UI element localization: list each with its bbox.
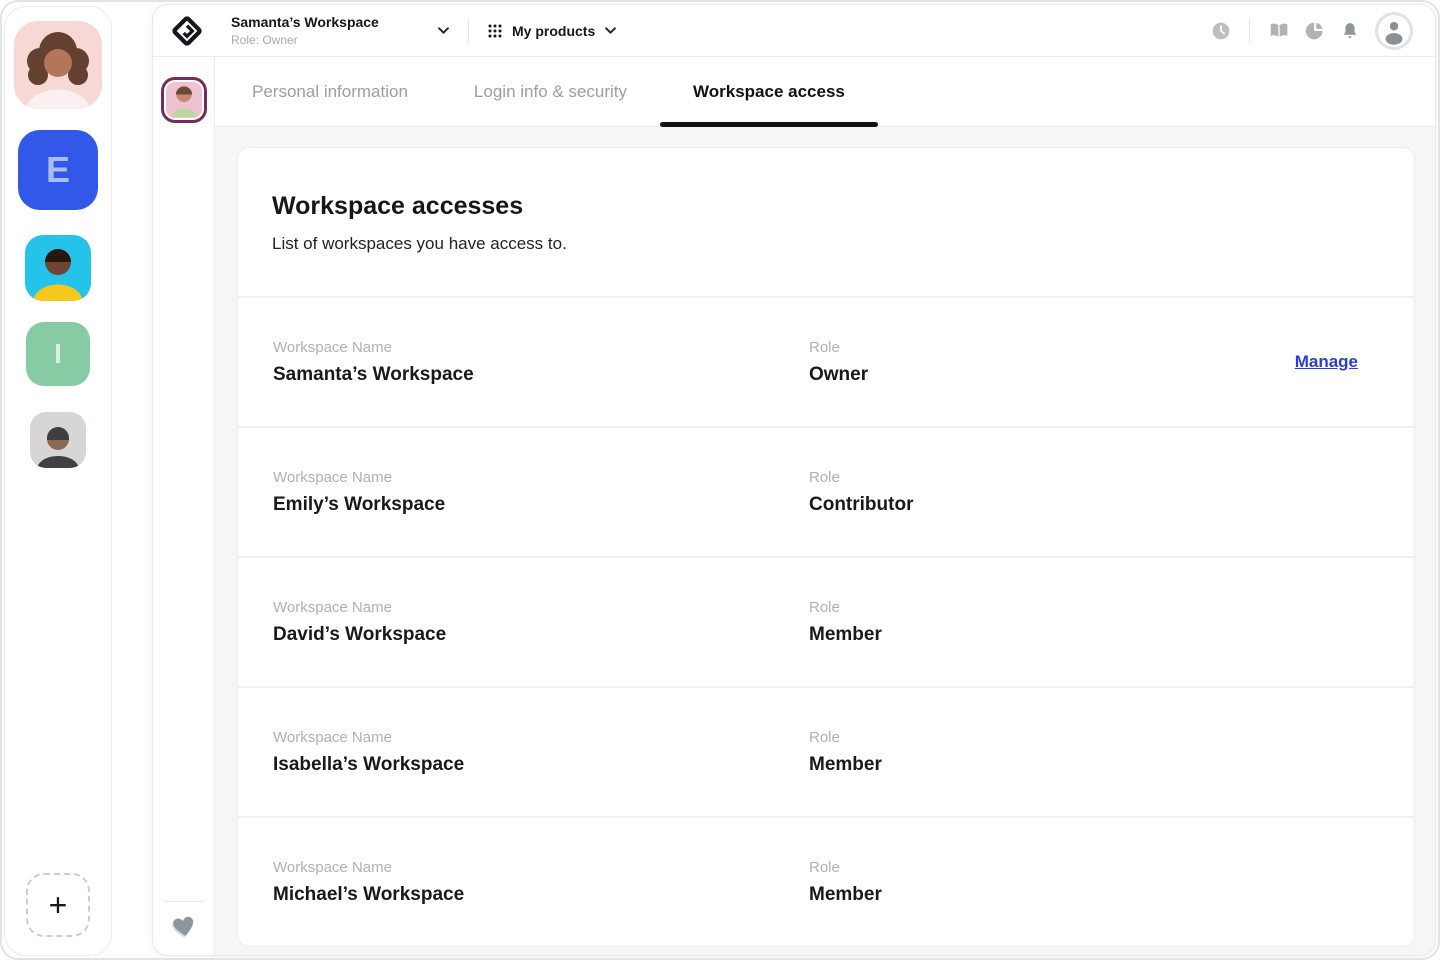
profile-rail bbox=[153, 57, 215, 955]
tabs-bar: Personal information Login info & securi… bbox=[215, 57, 1435, 127]
clock-icon bbox=[1211, 21, 1231, 41]
workspace-row: Workspace Name Michael’s Workspace Role … bbox=[238, 816, 1414, 946]
woman-curly-hair-avatar-image bbox=[14, 21, 102, 109]
content-area: Personal information Login info & securi… bbox=[215, 57, 1435, 955]
rail-divider bbox=[165, 901, 203, 902]
profiles-sidebar: E I + bbox=[4, 6, 112, 956]
app-logo[interactable] bbox=[171, 15, 203, 47]
profile-icon bbox=[1375, 12, 1413, 50]
topbar-right bbox=[1211, 12, 1413, 50]
usage-button[interactable] bbox=[1305, 21, 1325, 41]
grid-icon bbox=[488, 24, 502, 38]
workspace-selector-role: Role: Owner bbox=[231, 33, 379, 47]
topbar-divider bbox=[468, 19, 469, 43]
profile-avatar-david[interactable] bbox=[25, 235, 91, 301]
workspace-name-label: Workspace Name bbox=[273, 859, 809, 876]
role-value: Member bbox=[809, 884, 1358, 906]
workspace-name-cell: Workspace Name Emily’s Workspace bbox=[273, 469, 809, 516]
account-menu-button[interactable] bbox=[1375, 12, 1413, 50]
tab-workspace-access[interactable]: Workspace access bbox=[660, 57, 878, 126]
main-panel: Samanta’s Workspace Role: Owner bbox=[152, 4, 1436, 956]
chevron-down-icon bbox=[438, 27, 449, 34]
tab-login-info-security[interactable]: Login info & security bbox=[441, 57, 660, 126]
workspace-name-cell: Workspace Name Isabella’s Workspace bbox=[273, 729, 809, 776]
profile-avatar-emily[interactable]: E bbox=[18, 130, 98, 210]
avatar-letter: E bbox=[46, 149, 70, 191]
workspace-selector[interactable]: Samanta’s Workspace Role: Owner bbox=[231, 14, 449, 47]
history-button[interactable] bbox=[1211, 21, 1231, 41]
role-value: Contributor bbox=[809, 494, 1358, 516]
card-header: Workspace accesses List of workspaces yo… bbox=[238, 148, 1414, 296]
role-cell: Role Owner bbox=[809, 339, 1295, 386]
role-label: Role bbox=[809, 859, 1358, 876]
workspace-name-value: Michael’s Workspace bbox=[273, 884, 809, 906]
notifications-button[interactable] bbox=[1340, 20, 1360, 42]
current-profile-avatar-image bbox=[166, 82, 202, 118]
my-products-button[interactable]: My products bbox=[488, 23, 616, 39]
page-subtitle: List of workspaces you have access to. bbox=[272, 234, 1380, 254]
profile-avatar-michael[interactable] bbox=[30, 412, 86, 468]
my-products-label: My products bbox=[512, 23, 595, 39]
add-profile-button[interactable]: + bbox=[26, 873, 90, 937]
tab-personal-information[interactable]: Personal information bbox=[219, 57, 441, 126]
role-label: Role bbox=[809, 729, 1358, 746]
plus-icon: + bbox=[49, 889, 68, 921]
manage-link[interactable]: Manage bbox=[1295, 352, 1358, 372]
avatar-letter: I bbox=[54, 338, 62, 370]
diamond-logo-icon bbox=[171, 15, 203, 47]
topbar-left: Samanta’s Workspace Role: Owner bbox=[171, 5, 616, 56]
workspace-selector-name: Samanta’s Workspace bbox=[231, 14, 379, 31]
workspace-name-label: Workspace Name bbox=[273, 729, 809, 746]
role-label: Role bbox=[809, 339, 1295, 356]
panel-body: Personal information Login info & securi… bbox=[153, 57, 1435, 955]
role-label: Role bbox=[809, 599, 1358, 616]
role-label: Role bbox=[809, 469, 1358, 486]
workspace-name-cell: Workspace Name David’s Workspace bbox=[273, 599, 809, 646]
app-frame: E I + bbox=[0, 0, 1440, 960]
page-title: Workspace accesses bbox=[272, 192, 1380, 221]
workspace-name-label: Workspace Name bbox=[273, 339, 809, 356]
role-value: Member bbox=[809, 624, 1358, 646]
workspace-access-card: Workspace accesses List of workspaces yo… bbox=[237, 147, 1415, 947]
workspace-name-label: Workspace Name bbox=[273, 599, 809, 616]
workspace-row: Workspace Name Isabella’s Workspace Role… bbox=[238, 686, 1414, 816]
workspace-name-value: Emily’s Workspace bbox=[273, 494, 809, 516]
topbar-divider bbox=[1249, 19, 1250, 43]
workspace-name-value: Samanta’s Workspace bbox=[273, 364, 809, 386]
profile-avatar-samanta[interactable] bbox=[14, 21, 102, 109]
role-cell: Role Member bbox=[809, 859, 1358, 906]
workspace-name-cell: Workspace Name Samanta’s Workspace bbox=[273, 339, 809, 386]
pie-chart-icon bbox=[1305, 21, 1325, 41]
workspace-name-value: Isabella’s Workspace bbox=[273, 754, 809, 776]
workspace-row: Workspace Name Emily’s Workspace Role Co… bbox=[238, 426, 1414, 556]
role-cell: Role Member bbox=[809, 729, 1358, 776]
role-value: Owner bbox=[809, 364, 1295, 386]
docs-button[interactable] bbox=[1268, 21, 1290, 41]
bell-icon bbox=[1340, 20, 1360, 42]
workspace-row: Workspace Name David’s Workspace Role Me… bbox=[238, 556, 1414, 686]
man-beanie-avatar-image bbox=[30, 412, 86, 468]
profile-avatar-isabella[interactable]: I bbox=[26, 322, 90, 386]
role-cell: Role Member bbox=[809, 599, 1358, 646]
heart-icon bbox=[172, 915, 196, 939]
current-profile-avatar[interactable] bbox=[161, 77, 207, 123]
workspace-name-value: David’s Workspace bbox=[273, 624, 809, 646]
workspace-row: Workspace Name Samanta’s Workspace Role … bbox=[238, 296, 1414, 426]
topbar: Samanta’s Workspace Role: Owner bbox=[153, 5, 1435, 57]
workspace-name-cell: Workspace Name Michael’s Workspace bbox=[273, 859, 809, 906]
workspace-name-label: Workspace Name bbox=[273, 469, 809, 486]
man-yellow-hoodie-avatar-image bbox=[25, 235, 91, 301]
content-scroll: Workspace accesses List of workspaces yo… bbox=[215, 127, 1435, 955]
book-icon bbox=[1268, 21, 1290, 41]
chevron-down-icon bbox=[605, 27, 616, 34]
rail-bottom bbox=[153, 901, 214, 939]
role-value: Member bbox=[809, 754, 1358, 776]
feedback-button[interactable] bbox=[172, 915, 196, 939]
role-cell: Role Contributor bbox=[809, 469, 1358, 516]
